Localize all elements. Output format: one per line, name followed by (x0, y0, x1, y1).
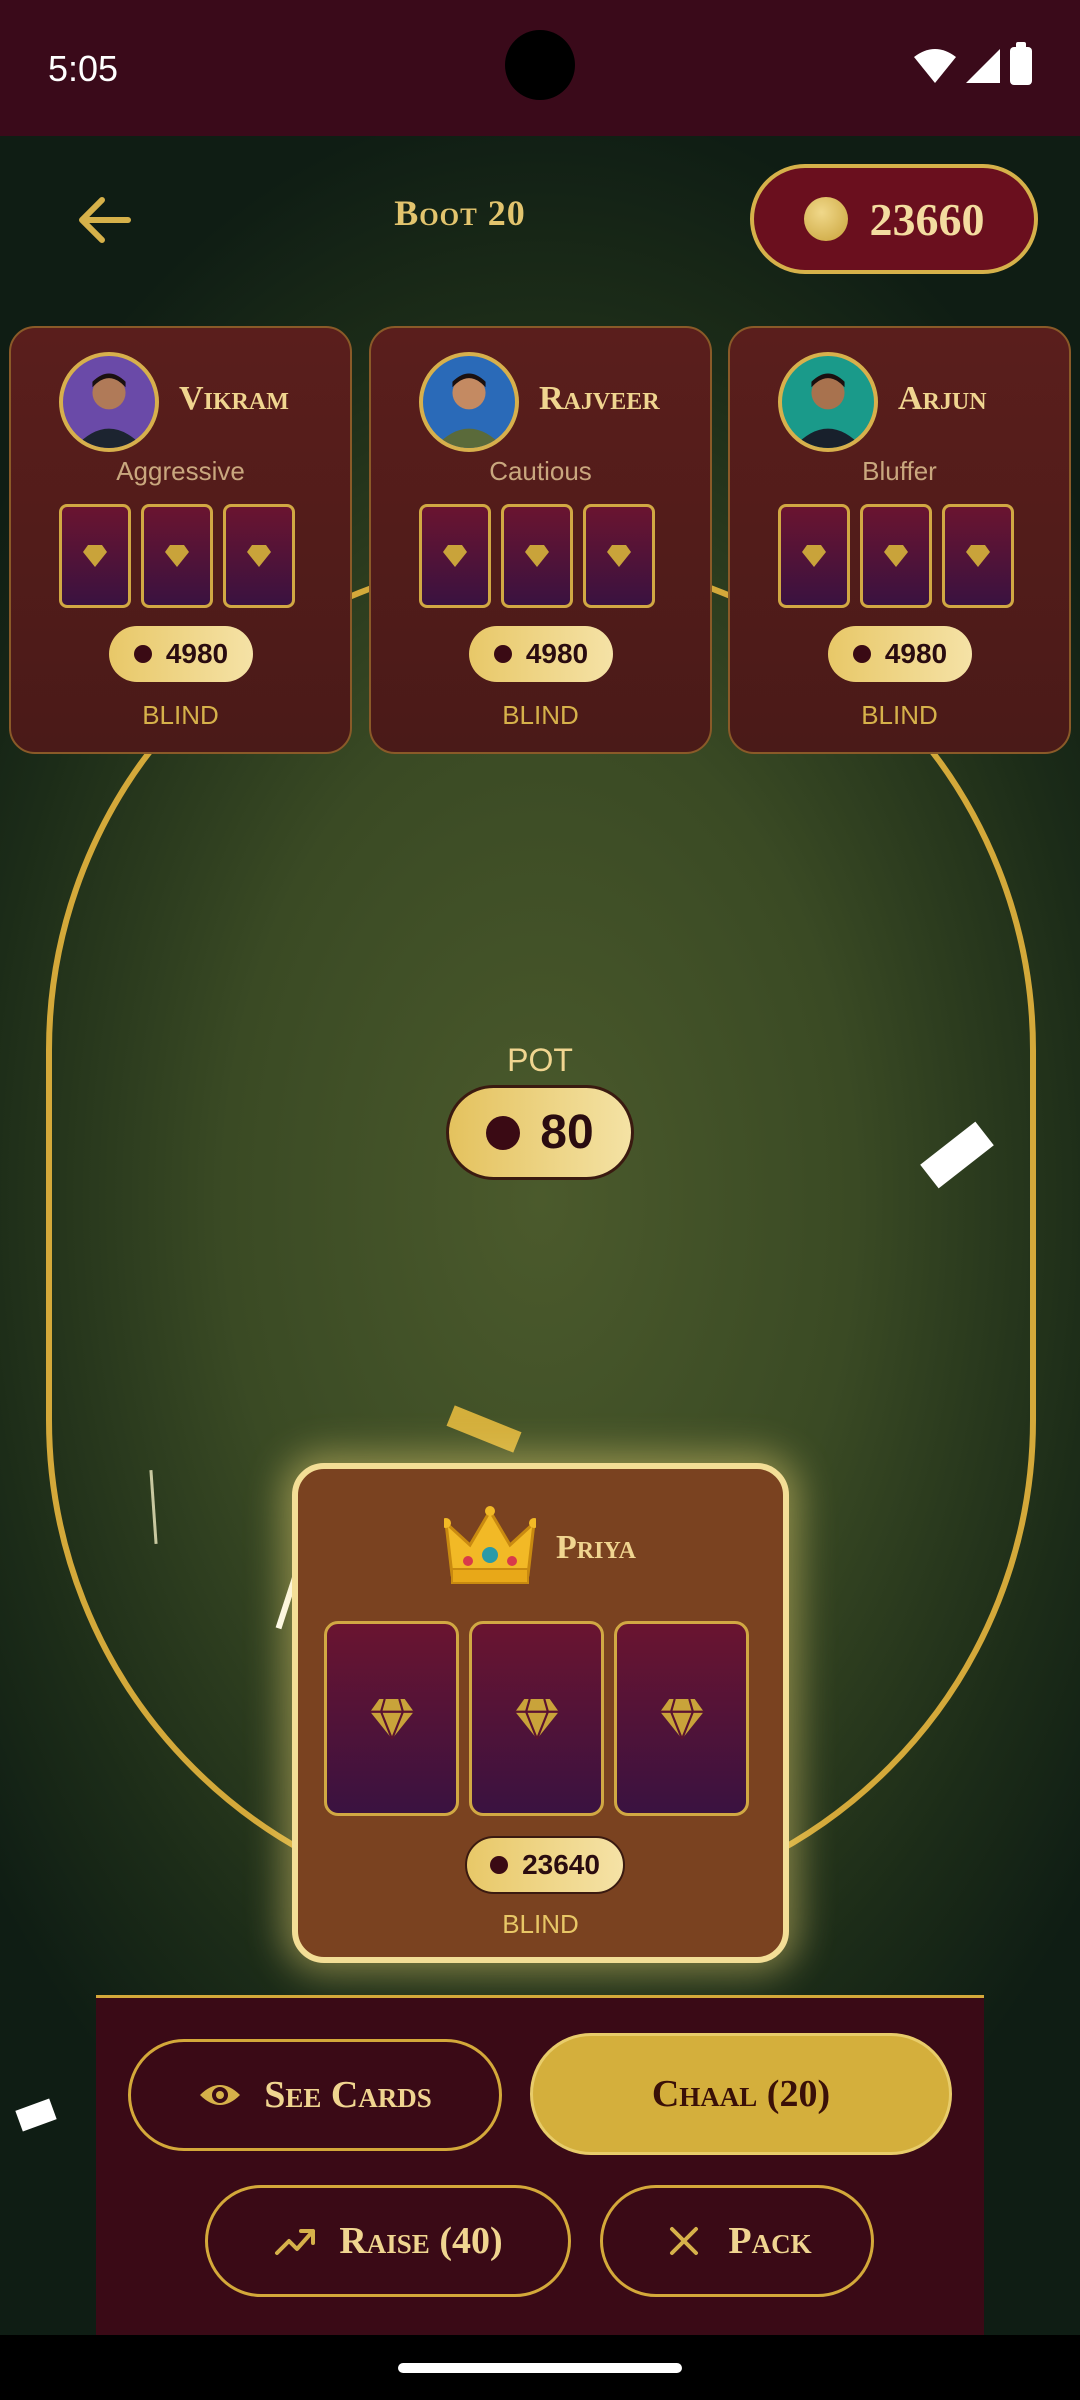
chip-count: 4980 (165, 638, 229, 669)
diamond-icon (443, 545, 467, 567)
card-back (469, 1621, 604, 1816)
chip-count: 23640 (522, 1849, 600, 1880)
coin-balance: 23660 (750, 164, 1038, 274)
chaal-label: Chaal (20) (651, 2073, 831, 2115)
crown-icon (444, 1506, 536, 1584)
see-cards-label: See Cards (264, 2074, 432, 2116)
chip-count: 4980 (884, 638, 948, 669)
trending-up-icon (275, 2229, 316, 2255)
player-name: Priya (556, 1529, 636, 1566)
opponent-name: Vikram (179, 380, 289, 417)
diamond-icon (514, 1698, 559, 1739)
wifi-icon (914, 49, 956, 83)
opponent-chips: 4980 (469, 626, 613, 682)
chip-icon (133, 645, 152, 663)
diamond-icon (659, 1698, 704, 1739)
card-back (419, 504, 491, 608)
confetti-piece (15, 2098, 57, 2132)
opponent-status: BLIND (502, 700, 579, 730)
pack-button[interactable]: Pack (600, 2185, 874, 2297)
chip-icon (493, 645, 512, 663)
opponent-card-arjun: Arjun Bluffer 4980 BLIND (728, 326, 1071, 754)
opponent-hand (778, 504, 1014, 608)
chip-count: 4980 (525, 638, 589, 669)
status-time: 5:05 (48, 48, 119, 89)
opponent-name: Arjun (898, 380, 987, 417)
chip-icon (486, 1115, 521, 1150)
pot-value: 80 (540, 1106, 594, 1159)
pot-label: POT (507, 1042, 573, 1078)
card-back (324, 1621, 459, 1816)
opponent-style: Cautious (489, 456, 592, 486)
player-hand (324, 1621, 749, 1816)
opponent-style: Bluffer (862, 456, 937, 486)
card-back (860, 504, 932, 608)
chip-icon (490, 1856, 509, 1874)
chip-icon (852, 645, 871, 663)
card-back (223, 504, 295, 608)
diamond-icon (165, 545, 189, 567)
opponent-card-vikram: Vikram Aggressive 4980 BLIND (9, 326, 352, 754)
status-bar: 5:05 (0, 0, 1080, 136)
card-back (501, 504, 573, 608)
opponent-style: Aggressive (116, 456, 245, 486)
diamond-icon (525, 545, 549, 567)
signal-icon (966, 49, 1000, 83)
chaal-button[interactable]: Chaal (20) (530, 2033, 952, 2155)
diamond-icon (83, 545, 107, 567)
opponent-hand (59, 504, 295, 608)
avatar (778, 352, 878, 452)
home-indicator[interactable] (398, 2363, 682, 2373)
card-back (583, 504, 655, 608)
diamond-icon (607, 545, 631, 567)
coin-balance-value: 23660 (869, 193, 985, 245)
player-status: BLIND (502, 1909, 579, 1939)
player-chips: 23640 (465, 1836, 625, 1894)
card-back (614, 1621, 749, 1816)
diamond-icon (884, 545, 908, 567)
camera-cutout (505, 30, 575, 100)
opponent-status: BLIND (142, 700, 219, 730)
pot-amount: 80 (446, 1085, 634, 1180)
eye-icon (200, 2085, 241, 2105)
card-back (778, 504, 850, 608)
player-panel: Priya 23640 BLIND (292, 1463, 789, 1963)
avatar (59, 352, 159, 452)
diamond-icon (369, 1698, 414, 1739)
see-cards-button[interactable]: See Cards (128, 2039, 502, 2151)
diamond-icon (247, 545, 271, 567)
card-back (141, 504, 213, 608)
coin-icon (803, 197, 848, 241)
battery-icon (1010, 42, 1032, 85)
opponent-card-rajveer: Rajveer Cautious 4980 BLIND (369, 326, 712, 754)
diamond-icon (966, 545, 990, 567)
card-back (942, 504, 1014, 608)
status-icons (914, 42, 1032, 86)
opponent-hand (419, 504, 655, 608)
pack-label: Pack (728, 2220, 812, 2262)
opponent-status: BLIND (861, 700, 938, 730)
close-icon (670, 2227, 699, 2255)
raise-label: Raise (40) (339, 2220, 503, 2262)
diamond-icon (802, 545, 826, 567)
avatar (419, 352, 519, 452)
opponent-name: Rajveer (539, 380, 660, 417)
raise-button[interactable]: Raise (40) (205, 2185, 571, 2297)
card-back (59, 504, 131, 608)
opponent-chips: 4980 (828, 626, 972, 682)
opponent-chips: 4980 (109, 626, 253, 682)
